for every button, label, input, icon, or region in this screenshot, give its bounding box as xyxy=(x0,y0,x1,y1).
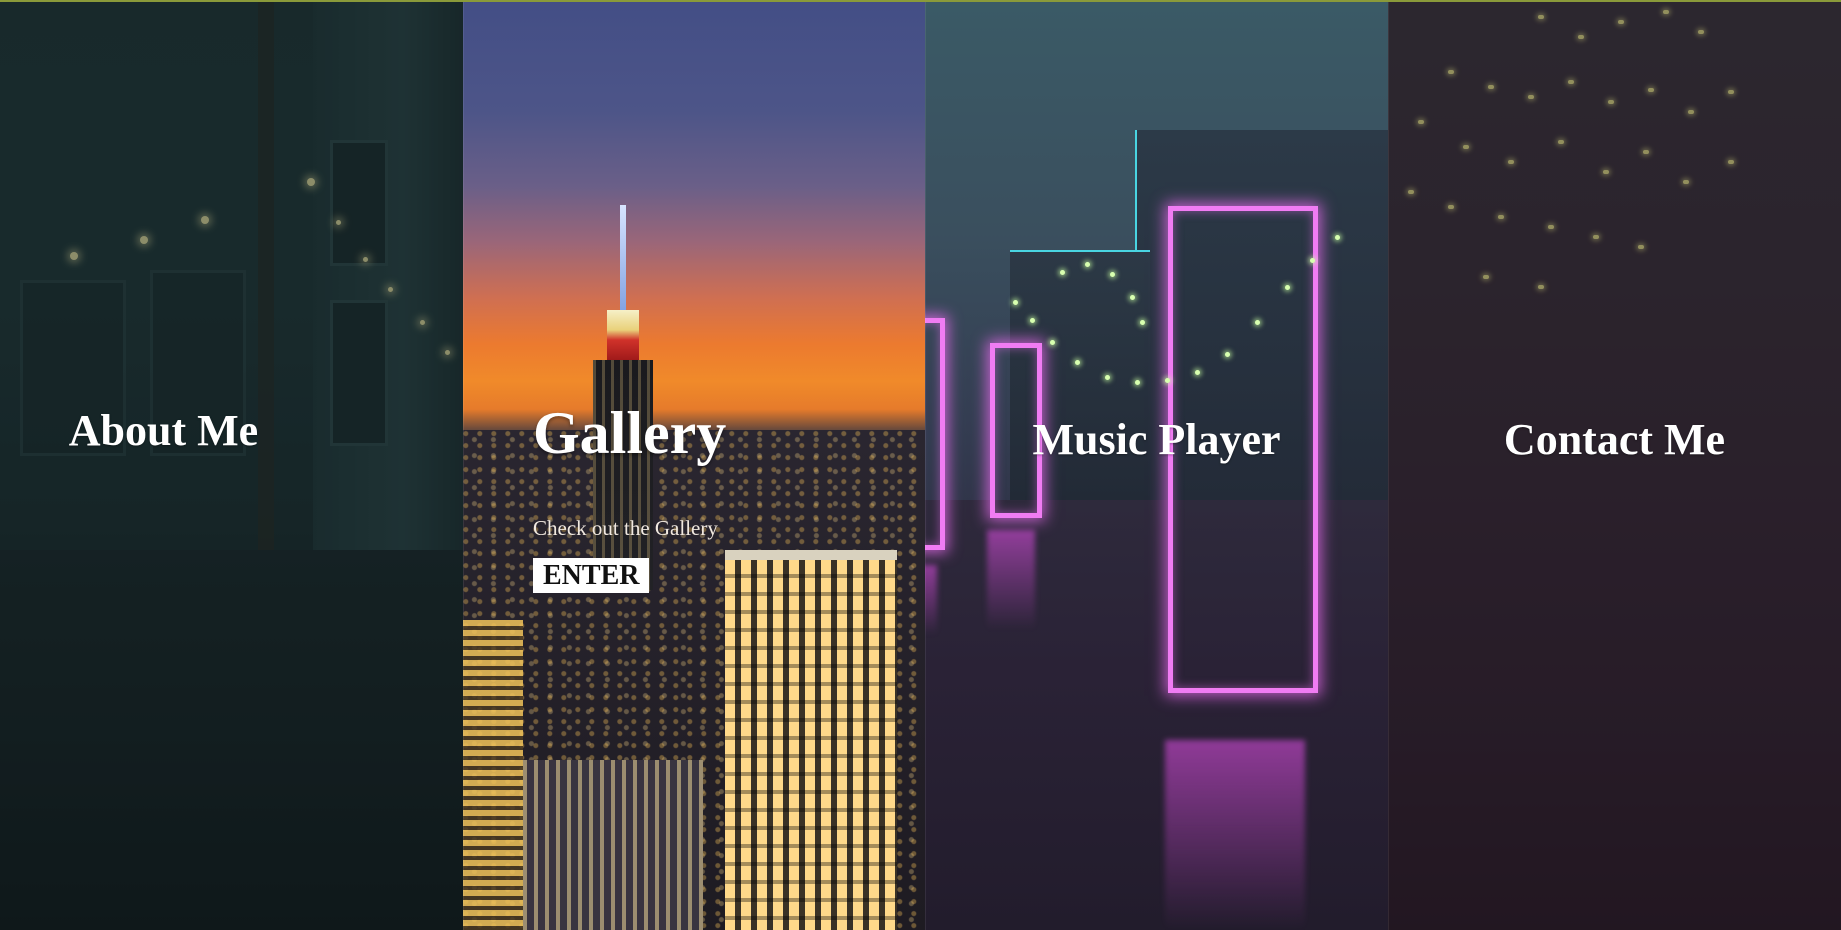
garland-light xyxy=(1165,378,1170,383)
garland-light xyxy=(1335,235,1340,240)
panel-about-me[interactable]: About Me xyxy=(0,0,463,930)
garland-light xyxy=(1255,320,1260,325)
panel-row: About Me Gallery Check out the Gallery E… xyxy=(0,0,1841,930)
gallery-title: Gallery xyxy=(533,400,727,466)
garland-light xyxy=(1030,318,1035,323)
gallery-bg-building xyxy=(523,760,703,930)
garland-light xyxy=(1060,270,1065,275)
contact-me-title: Contact Me xyxy=(1503,415,1726,464)
gallery-subtitle: Check out the Gallery xyxy=(533,516,718,540)
enter-button[interactable]: ENTER xyxy=(533,558,650,593)
gallery-bg-tower xyxy=(725,550,897,930)
panel-contact-me[interactable]: Contact Me xyxy=(1388,0,1841,930)
empire-state-body xyxy=(593,360,653,590)
garland-light xyxy=(1225,352,1230,357)
about-overlay xyxy=(0,0,463,930)
empire-state-top xyxy=(607,310,639,360)
panel-music-player[interactable]: Music Player xyxy=(925,0,1388,930)
empire-state-spire xyxy=(620,205,626,315)
garland-light xyxy=(1085,262,1090,267)
panel-gallery[interactable]: Gallery Check out the Gallery ENTER xyxy=(463,0,925,930)
neon-reflection xyxy=(987,530,1035,630)
contact-overlay xyxy=(1388,0,1841,930)
garland-light xyxy=(1075,360,1080,365)
gallery-bg-building xyxy=(463,620,523,930)
panel-divider xyxy=(463,0,464,930)
garland-light xyxy=(1013,300,1018,305)
garland-light xyxy=(1110,272,1115,277)
panel-divider xyxy=(925,0,926,930)
panel-divider xyxy=(1388,0,1389,930)
garland-light xyxy=(1140,320,1145,325)
music-player-title: Music Player xyxy=(1032,415,1281,464)
garland-light xyxy=(1285,285,1290,290)
garland-light xyxy=(1195,370,1200,375)
garland-light xyxy=(1050,340,1055,345)
garland-light xyxy=(1135,380,1140,385)
garland-light xyxy=(1130,295,1135,300)
top-accent-line xyxy=(0,0,1841,2)
neon-reflection xyxy=(925,565,937,635)
garland-light xyxy=(1310,258,1315,263)
neon-reflection xyxy=(1165,740,1305,930)
about-me-title: About Me xyxy=(68,406,259,455)
garland-light xyxy=(1105,375,1110,380)
